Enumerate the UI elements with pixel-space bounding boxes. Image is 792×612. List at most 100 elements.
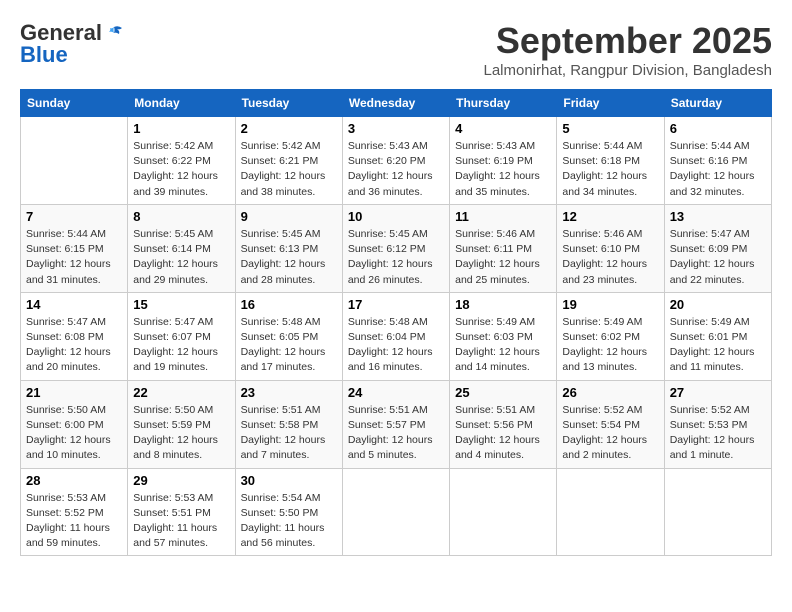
calendar-cell: 14Sunrise: 5:47 AMSunset: 6:08 PMDayligh… <box>21 292 128 380</box>
calendar-cell: 4 Sunrise: 5:43 AMSunset: 6:19 PMDaylight… <box>450 117 557 205</box>
day-info: Sunrise: 5:45 AMSunset: 6:14 PMDaylight:… <box>133 227 229 288</box>
calendar-cell <box>664 468 771 556</box>
calendar-week-row: 21 Sunrise: 5:50 AMSunset: 6:00 PMDayligh… <box>21 380 772 468</box>
day-number: 6 <box>670 121 766 136</box>
day-number: 22 <box>133 385 229 400</box>
calendar-cell: 16 Sunrise: 5:48 AMSunset: 6:05 PMDayligh… <box>235 292 342 380</box>
day-info: Sunrise: 5:54 AMSunset: 5:50 PMDaylight:… <box>241 491 337 552</box>
day-info: Sunrise: 5:44 AMSunset: 6:16 PMDaylight:… <box>670 139 766 200</box>
calendar-cell: 3Sunrise: 5:43 AMSunset: 6:20 PMDaylight… <box>342 117 449 205</box>
day-info: Sunrise: 5:48 AMSunset: 6:05 PMDaylight:… <box>241 315 337 376</box>
day-info: Sunrise: 5:47 AMSunset: 6:07 PMDaylight:… <box>133 315 229 376</box>
calendar-cell: 17 Sunrise: 5:48 AMSunset: 6:04 PMDayligh… <box>342 292 449 380</box>
day-info: Sunrise: 5:47 AMSunset: 6:09 PMDaylight:… <box>670 227 766 288</box>
day-number: 28 <box>26 473 122 488</box>
calendar-week-row: 14Sunrise: 5:47 AMSunset: 6:08 PMDayligh… <box>21 292 772 380</box>
calendar-cell: 21 Sunrise: 5:50 AMSunset: 6:00 PMDayligh… <box>21 380 128 468</box>
day-number: 4 <box>455 121 551 136</box>
calendar-week-row: 1Sunrise: 5:42 AMSunset: 6:22 PMDaylight… <box>21 117 772 205</box>
calendar-cell: 20Sunrise: 5:49 AMSunset: 6:01 PMDayligh… <box>664 292 771 380</box>
calendar-cell: 22 Sunrise: 5:50 AMSunset: 5:59 PMDayligh… <box>128 380 235 468</box>
day-info: Sunrise: 5:45 AMSunset: 6:12 PMDaylight:… <box>348 227 444 288</box>
calendar-cell <box>557 468 664 556</box>
day-number: 26 <box>562 385 658 400</box>
calendar-cell <box>450 468 557 556</box>
day-number: 19 <box>562 297 658 312</box>
day-number: 17 <box>348 297 444 312</box>
calendar-cell: 27 Sunrise: 5:52 AMSunset: 5:53 PMDayligh… <box>664 380 771 468</box>
day-info: Sunrise: 5:48 AMSunset: 6:04 PMDaylight:… <box>348 315 444 376</box>
calendar-cell: 2 Sunrise: 5:42 AMSunset: 6:21 PMDaylight… <box>235 117 342 205</box>
weekday-header-saturday: Saturday <box>664 90 771 117</box>
calendar-cell: 24 Sunrise: 5:51 AMSunset: 5:57 PMDayligh… <box>342 380 449 468</box>
day-number: 30 <box>241 473 337 488</box>
location: Lalmonirhat, Rangpur Division, Banglades… <box>483 62 772 79</box>
calendar-cell: 7 Sunrise: 5:44 AMSunset: 6:15 PMDaylight… <box>21 204 128 292</box>
month-title: September 2025 <box>483 20 772 62</box>
day-number: 27 <box>670 385 766 400</box>
day-number: 1 <box>133 121 229 136</box>
calendar-cell: 11Sunrise: 5:46 AMSunset: 6:11 PMDayligh… <box>450 204 557 292</box>
day-number: 3 <box>348 121 444 136</box>
day-number: 20 <box>670 297 766 312</box>
day-number: 24 <box>348 385 444 400</box>
calendar-cell: 25 Sunrise: 5:51 AMSunset: 5:56 PMDayligh… <box>450 380 557 468</box>
calendar-cell: 15 Sunrise: 5:47 AMSunset: 6:07 PMDayligh… <box>128 292 235 380</box>
calendar-cell: 23 Sunrise: 5:51 AMSunset: 5:58 PMDayligh… <box>235 380 342 468</box>
day-info: Sunrise: 5:45 AMSunset: 6:13 PMDaylight:… <box>241 227 337 288</box>
day-number: 29 <box>133 473 229 488</box>
calendar-cell: 28 Sunrise: 5:53 AMSunset: 5:52 PMDayligh… <box>21 468 128 556</box>
day-info: Sunrise: 5:49 AMSunset: 6:03 PMDaylight:… <box>455 315 551 376</box>
day-info: Sunrise: 5:47 AMSunset: 6:08 PMDaylight:… <box>26 315 122 376</box>
calendar-cell: 8 Sunrise: 5:45 AMSunset: 6:14 PMDaylight… <box>128 204 235 292</box>
day-info: Sunrise: 5:49 AMSunset: 6:02 PMDaylight:… <box>562 315 658 376</box>
calendar-cell: 5Sunrise: 5:44 AMSunset: 6:18 PMDaylight… <box>557 117 664 205</box>
day-number: 23 <box>241 385 337 400</box>
weekday-header-sunday: Sunday <box>21 90 128 117</box>
logo: General Blue <box>20 20 124 68</box>
day-number: 2 <box>241 121 337 136</box>
day-info: Sunrise: 5:51 AMSunset: 5:57 PMDaylight:… <box>348 403 444 464</box>
calendar-cell: 1Sunrise: 5:42 AMSunset: 6:22 PMDaylight… <box>128 117 235 205</box>
day-number: 25 <box>455 385 551 400</box>
day-info: Sunrise: 5:50 AMSunset: 6:00 PMDaylight:… <box>26 403 122 464</box>
calendar-cell: 29 Sunrise: 5:53 AMSunset: 5:51 PMDayligh… <box>128 468 235 556</box>
day-info: Sunrise: 5:43 AMSunset: 6:19 PMDaylight:… <box>455 139 551 200</box>
day-number: 13 <box>670 209 766 224</box>
day-number: 21 <box>26 385 122 400</box>
calendar-cell <box>342 468 449 556</box>
page-header: General Blue September 2025 Lalmonirhat,… <box>20 20 772 79</box>
day-number: 15 <box>133 297 229 312</box>
day-info: Sunrise: 5:51 AMSunset: 5:58 PMDaylight:… <box>241 403 337 464</box>
day-info: Sunrise: 5:52 AMSunset: 5:53 PMDaylight:… <box>670 403 766 464</box>
calendar-cell: 26Sunrise: 5:52 AMSunset: 5:54 PMDayligh… <box>557 380 664 468</box>
calendar-cell: 10Sunrise: 5:45 AMSunset: 6:12 PMDayligh… <box>342 204 449 292</box>
day-info: Sunrise: 5:44 AMSunset: 6:15 PMDaylight:… <box>26 227 122 288</box>
title-area: September 2025 Lalmonirhat, Rangpur Divi… <box>483 20 772 79</box>
calendar-cell: 12Sunrise: 5:46 AMSunset: 6:10 PMDayligh… <box>557 204 664 292</box>
calendar-cell: 13 Sunrise: 5:47 AMSunset: 6:09 PMDayligh… <box>664 204 771 292</box>
day-number: 11 <box>455 209 551 224</box>
day-info: Sunrise: 5:51 AMSunset: 5:56 PMDaylight:… <box>455 403 551 464</box>
calendar-table: SundayMondayTuesdayWednesdayThursdayFrid… <box>20 89 772 556</box>
weekday-header-thursday: Thursday <box>450 90 557 117</box>
day-number: 5 <box>562 121 658 136</box>
day-number: 12 <box>562 209 658 224</box>
day-info: Sunrise: 5:53 AMSunset: 5:51 PMDaylight:… <box>133 491 229 552</box>
day-info: Sunrise: 5:50 AMSunset: 5:59 PMDaylight:… <box>133 403 229 464</box>
day-number: 16 <box>241 297 337 312</box>
calendar-cell: 30 Sunrise: 5:54 AMSunset: 5:50 PMDayligh… <box>235 468 342 556</box>
weekday-header-monday: Monday <box>128 90 235 117</box>
calendar-week-row: 7 Sunrise: 5:44 AMSunset: 6:15 PMDaylight… <box>21 204 772 292</box>
day-number: 9 <box>241 209 337 224</box>
day-info: Sunrise: 5:53 AMSunset: 5:52 PMDaylight:… <box>26 491 122 552</box>
weekday-header-tuesday: Tuesday <box>235 90 342 117</box>
day-number: 8 <box>133 209 229 224</box>
calendar-cell: 6 Sunrise: 5:44 AMSunset: 6:16 PMDaylight… <box>664 117 771 205</box>
day-info: Sunrise: 5:42 AMSunset: 6:21 PMDaylight:… <box>241 139 337 200</box>
calendar-cell: 9 Sunrise: 5:45 AMSunset: 6:13 PMDaylight… <box>235 204 342 292</box>
weekday-header-friday: Friday <box>557 90 664 117</box>
logo-bird-icon <box>104 25 124 41</box>
day-number: 7 <box>26 209 122 224</box>
calendar-week-row: 28 Sunrise: 5:53 AMSunset: 5:52 PMDayligh… <box>21 468 772 556</box>
